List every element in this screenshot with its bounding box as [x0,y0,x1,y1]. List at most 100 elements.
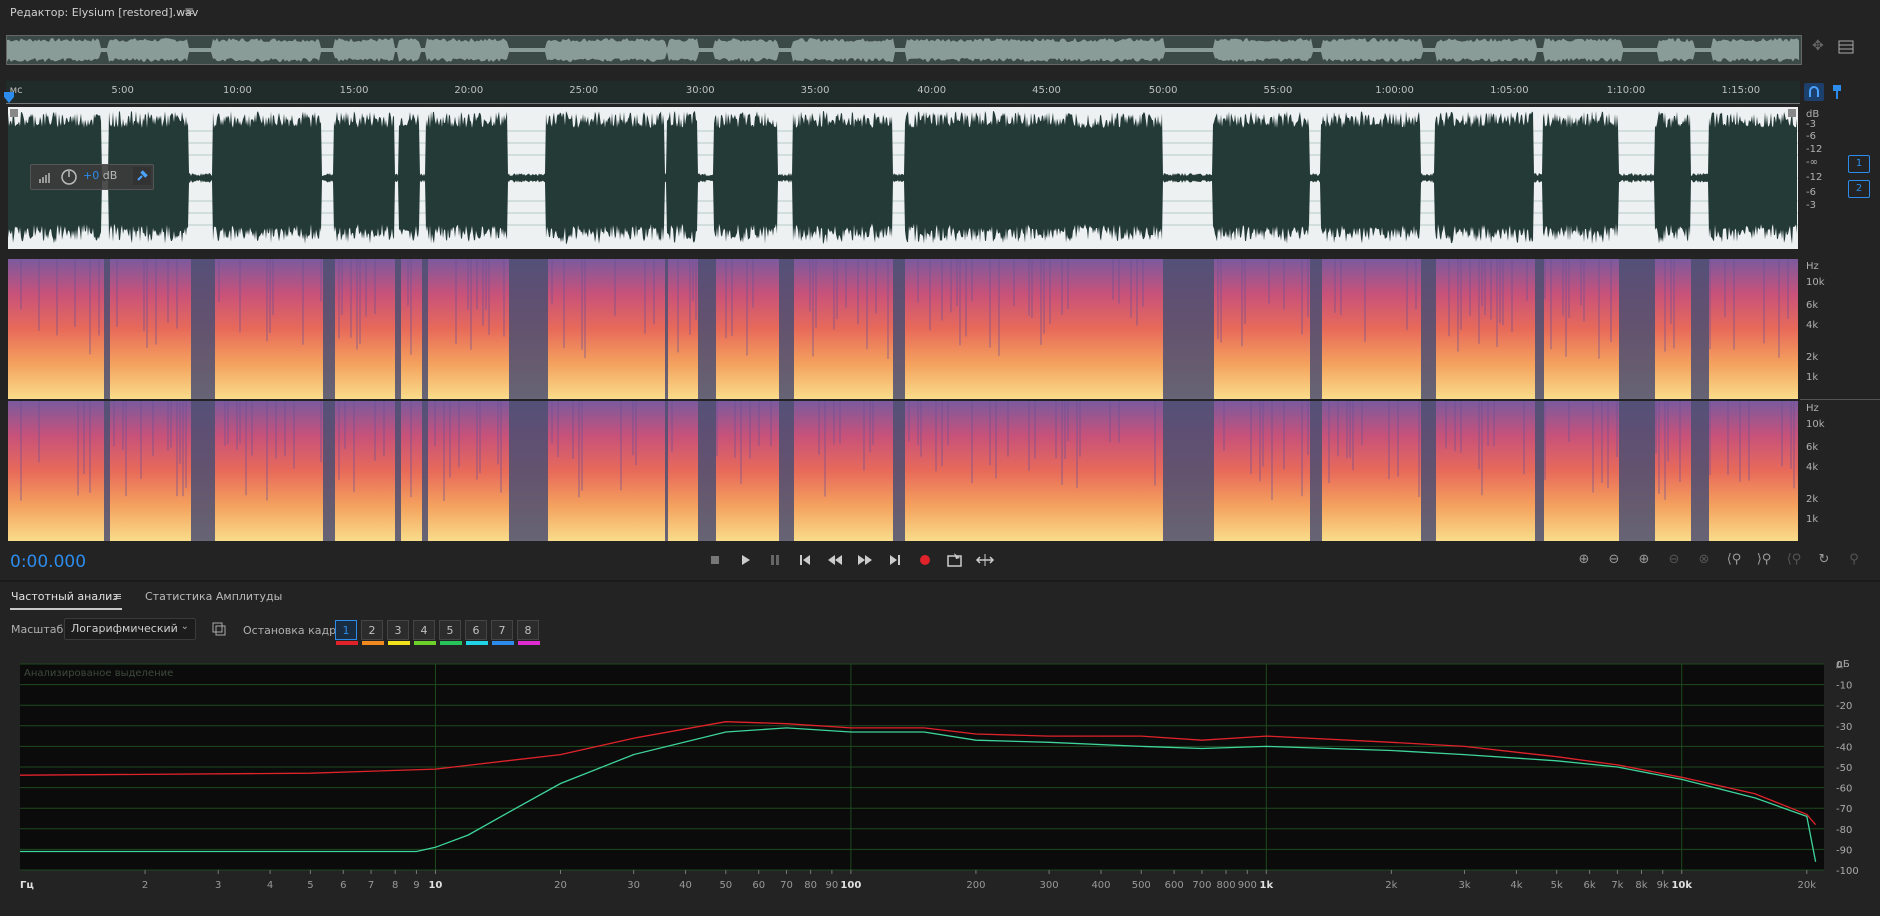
go-to-start-button[interactable] [793,550,817,570]
freeze-frame-color [466,641,488,645]
zoom-in-point-icon[interactable]: ⟨⚲ [1722,550,1746,570]
tab-frequency-analysis[interactable]: Частотный анализ [11,590,118,603]
channel-divider [1800,399,1880,400]
stop-button[interactable] [703,550,727,570]
gain-value[interactable]: +0 dB [83,169,117,182]
overview-navigator[interactable] [6,35,1802,65]
y-tick-label: -10 [1836,681,1852,692]
hz-scale-label: 2k [1806,352,1819,363]
go-to-end-button[interactable] [883,550,907,570]
freeze-frame-button-3[interactable]: 3 [387,620,410,645]
ruler-label: 30:00 [685,85,715,96]
freeze-frame-color [414,641,436,645]
pause-button[interactable] [763,550,787,570]
hz-scale-1: Hz 10k 6k 4k 2k 1k [1800,259,1880,399]
x-tick-label: 600 [1165,880,1184,891]
ruler-label: 55:00 [1263,85,1293,96]
x-tick-label: 70 [780,880,793,891]
ruler-label: 40:00 [917,85,947,96]
spectrogram-graph-2 [8,401,1798,541]
waveform-graph [8,109,1798,245]
scale-select[interactable]: Логарифмический ⌄ [64,618,196,640]
chevron-down-icon: ⌄ [180,621,189,632]
skip-selection-button[interactable] [973,550,997,570]
frequency-analysis-graph[interactable]: 0 -10 -20 -30 -40 -50 -60 -70 -80 -90 -100 2 3 4 5 6 7 8 9… [14,659,1880,913]
gain-hud[interactable]: +0 dB [30,164,154,190]
freeze-frame-button-7[interactable]: 7 [491,620,514,645]
x-tick-label: 6k [1584,880,1596,891]
channel-1-toggle[interactable]: 1 [1848,155,1870,173]
ruler-label: 50:00 [1148,85,1178,96]
zoom-in-time-icon[interactable]: ⊕ [1632,550,1656,570]
scale-select-value: Логарифмический [71,622,178,635]
transport-controls [703,550,1003,570]
freeze-frame-button-8[interactable]: 8 [517,620,540,645]
freeze-frame-label: Остановка кадра: [243,624,347,637]
y-tick-label: -80 [1836,825,1852,836]
spectrogram-graph-1 [8,259,1798,399]
db-scale-label: -12 [1806,172,1823,183]
x-tick-label: 90 [825,880,838,891]
time-ruler[interactable]: мс 5:00 10:00 15:00 20:00 25:00 30:00 35:00 40:0… [6,81,1800,104]
x-tick-label: 700 [1192,880,1211,891]
x-tick-label: 10k [1671,880,1692,891]
ruler-label: 10:00 [223,85,252,96]
hz-scale-label: Hz [1806,403,1819,414]
tab-amplitude-statistics[interactable]: Статистика Амплитуды [145,590,282,603]
rewind-button[interactable] [823,550,847,570]
frequency-chart: 0-10-20-30-40-50-60-70-80-90-1002 3 4 5 6 7 8 9… [19,659,1859,891]
waveform-display[interactable] [8,107,1798,249]
x-tick-label: 60 [752,880,765,891]
hz-scale-label: 6k [1806,300,1819,311]
ruler-label: 35:00 [800,85,830,96]
freeze-frame-color [362,641,384,645]
copy-graph-icon[interactable] [211,621,227,637]
zoom-navigator-icon[interactable]: ✥ [1812,38,1830,56]
x-tick-label: 20k [1798,880,1817,891]
freeze-frame-color [440,641,462,645]
freeze-frame-button-4[interactable]: 4 [413,620,436,645]
fast-forward-button[interactable] [853,550,877,570]
spectrogram-channel-2[interactable] [8,401,1798,541]
x-tick-label: 500 [1132,880,1151,891]
loop-playback-button[interactable] [943,550,967,570]
db-scale-label: -12 [1806,144,1823,155]
zoom-out-point-icon[interactable]: ⟩⚲ [1752,550,1776,570]
zoom-out-amplitude-icon[interactable]: ⊖ [1602,550,1626,570]
playhead-marker-icon[interactable] [4,92,14,104]
pin-hud-icon[interactable] [133,167,151,185]
y-tick-label: -50 [1836,763,1852,774]
hz-scale-label: 4k [1806,462,1819,473]
current-time[interactable]: 0:00.000 [10,552,86,572]
zoom-in-amplitude-icon[interactable]: ⊕ [1572,550,1596,570]
hz-scale-label: 1k [1806,372,1819,383]
freeze-frame-button-5[interactable]: 5 [439,620,462,645]
x-tick-label: 4 [267,880,273,891]
spectrogram-channel-1[interactable] [8,259,1798,399]
channel-2-toggle[interactable]: 2 [1848,180,1870,198]
play-button[interactable] [733,550,757,570]
freeze-frame-button-2[interactable]: 2 [361,620,384,645]
zoom-reset-icon[interactable]: ↻ [1812,550,1836,570]
zoom-out-full-icon[interactable]: ⊗ [1692,550,1716,570]
y-axis-label: дБ [1836,660,1850,670]
marker-pin-icon[interactable] [1828,83,1846,101]
layout-toggle-icon[interactable] [1838,40,1854,54]
x-tick-label: 3 [215,880,221,891]
x-tick-label: 4k [1510,880,1522,891]
zoom-selection-icon[interactable]: ⟨⚲ [1782,550,1806,570]
zoom-fit-icon[interactable]: ⚲ [1842,550,1866,570]
panel-menu-icon[interactable]: ≡ [184,4,194,18]
db-scale-label: -3 [1806,200,1816,211]
x-tick-label: 10 [428,880,442,891]
snap-toggle-icon[interactable] [1804,83,1824,101]
x-tick-label: 5 [307,880,313,891]
freeze-frame-color [336,641,358,645]
zoom-out-time-icon[interactable]: ⊖ [1662,550,1686,570]
hz-scale-2: Hz 10k 6k 4k 2k 1k [1800,401,1880,541]
freeze-frame-button-6[interactable]: 6 [465,620,488,645]
tab-menu-icon[interactable]: ≡ [113,590,122,603]
hz-scale-label: 6k [1806,442,1819,453]
freeze-frame-button-1[interactable]: 1 [335,620,358,645]
record-button[interactable] [913,550,937,570]
